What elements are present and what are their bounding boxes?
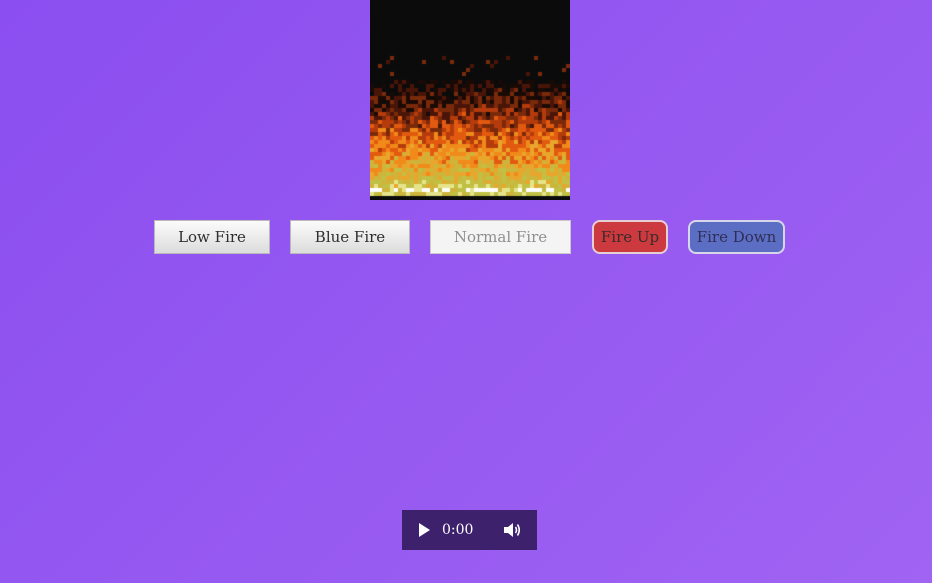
audio-player: 0:00 [402, 510, 537, 550]
fire-up-button[interactable]: Fire Up [592, 220, 668, 254]
fire-down-button[interactable]: Fire Down [688, 220, 785, 254]
audio-time: 0:00 [442, 522, 474, 538]
low-fire-button[interactable]: Low Fire [154, 220, 270, 254]
fire-animation-canvas [370, 0, 570, 200]
play-icon[interactable] [419, 523, 430, 537]
normal-fire-button[interactable]: Normal Fire [430, 220, 571, 254]
blue-fire-button[interactable]: Blue Fire [290, 220, 410, 254]
volume-icon[interactable] [503, 522, 521, 538]
